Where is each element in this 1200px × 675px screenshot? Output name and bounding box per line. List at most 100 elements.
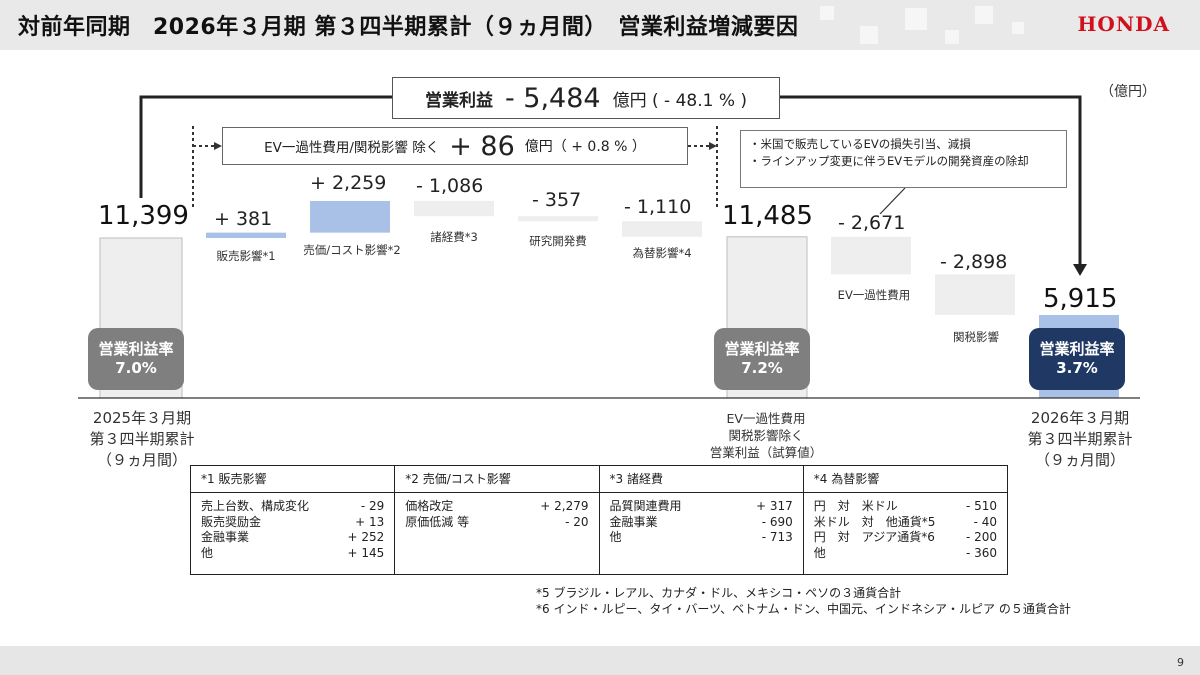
page-number: 9 <box>1177 656 1184 669</box>
detail-item: 他 <box>609 530 622 544</box>
bar-rd <box>518 216 598 222</box>
detail-value: - 200 <box>965 530 997 544</box>
period-line: EV一過性費用 <box>726 411 806 426</box>
detail-item: 価格改定 <box>405 499 454 513</box>
detail-row: 品質関連費用 + 317 <box>610 499 793 515</box>
detail-value: - 29 <box>360 499 385 513</box>
period-line: 2026年３月期 <box>1030 409 1130 427</box>
period-label-start: 2025年３月期 第３四半期累計 （９ヵ月間） <box>72 408 212 471</box>
ev-excluded-unit: 億円（ + 0.8 % ） <box>524 139 646 155</box>
detail-row: 他 - 360 <box>814 546 997 562</box>
detail-value: + 2,279 <box>540 499 589 513</box>
value-label-end: 5,915 <box>1043 284 1118 314</box>
value-label-price: + 2,259 <box>310 172 387 194</box>
detail-value: - 690 <box>761 514 793 529</box>
detail-row: 他 - 713 <box>610 530 793 546</box>
period-line: 第３四半期累計 <box>89 430 195 448</box>
op-profit-change-unit: 億円 ( - 48.1 % ) <box>612 90 748 111</box>
ev-excluded-value: + 86 <box>449 130 515 162</box>
detail-column-header: *4 為替影響 <box>803 466 1007 493</box>
footnote: *6 インド・ルピー、タイ・バーツ、ベトナム・ドン、中国元、インドネシア・ルピア… <box>536 602 1071 616</box>
detail-item: 金融事業 <box>201 530 250 544</box>
margin-badge-value: 7.2% <box>741 359 783 377</box>
value-label-sga: - 1,086 <box>416 175 484 197</box>
detail-column-price: *2 売価/コスト影響 価格改定 + 2,279 原価低減 等 - 20 <box>395 466 600 574</box>
category-label-fx: 為替影響*4 <box>632 246 692 260</box>
period-line: 2025年３月期 <box>92 409 192 427</box>
bar-ev <box>831 236 911 275</box>
op-profit-change-box: 営業利益 - 5,484 億円 ( - 48.1 % ) <box>392 77 780 119</box>
period-label-mid: EV一過性費用 関税影響除く 営業利益（試算値） <box>696 410 836 461</box>
detail-value: - 40 <box>973 514 997 529</box>
detail-value: + 13 <box>355 514 385 529</box>
margin-badge-end: 営業利益率 3.7% <box>1029 328 1125 390</box>
detail-item: 販売奨励金 <box>201 514 262 529</box>
detail-item: 円 対 米ドル <box>813 499 898 513</box>
detail-value: + 317 <box>755 499 793 513</box>
detail-column-sales: *1 販売影響 売上台数、構成変化 - 29 販売奨励金 + 13 金融事業 + 25… <box>191 466 396 574</box>
arrow-right-icon <box>709 142 717 150</box>
detail-value: - 20 <box>565 514 589 529</box>
op-profit-label: 営業利益 <box>424 90 493 111</box>
value-label-mid: 11,485 <box>722 201 813 231</box>
detail-value: + 252 <box>347 530 385 544</box>
value-label-sales: + 381 <box>214 208 273 230</box>
category-label-tariff: 関税影響 <box>953 330 999 344</box>
period-line: 第３四半期累計 <box>1027 430 1133 448</box>
margin-badge-start: 営業利益率 7.0% <box>88 328 184 390</box>
bar-sga <box>414 200 494 217</box>
category-label-ev: EV一過性費用 <box>837 288 911 302</box>
arrow-down-icon <box>1073 264 1087 276</box>
value-label-tariff: - 2,898 <box>940 251 1008 273</box>
detail-breakdown-table: *1 販売影響 売上台数、構成変化 - 29 販売奨励金 + 13 金融事業 + 25… <box>190 465 1008 575</box>
bar-fx <box>622 221 702 237</box>
detail-item: 他 <box>813 545 826 560</box>
detail-item: 金融事業 <box>609 514 658 529</box>
ev-note-line: ・米国で販売しているEVの損失引当、減損 <box>749 137 971 151</box>
detail-item: 品質関連費用 <box>609 499 682 513</box>
period-line: （９ヵ月間） <box>1034 451 1125 469</box>
value-label-rd: - 357 <box>532 189 582 211</box>
margin-badge-label: 営業利益率 <box>1039 340 1115 358</box>
category-label-price: 売価/コスト影響*2 <box>303 243 401 257</box>
detail-row: 売上台数、構成変化 - 29 <box>201 499 384 515</box>
detail-row: 価格改定 + 2,279 <box>405 499 588 515</box>
period-label-end: 2026年３月期 第３四半期累計 （９ヵ月間） <box>1010 408 1150 471</box>
arrow-left-icon <box>214 142 222 150</box>
margin-badge-label: 営業利益率 <box>98 340 174 358</box>
category-label-sales: 販売影響*1 <box>216 249 276 263</box>
margin-badge-mid: 営業利益率 7.2% <box>714 328 810 390</box>
period-line: 営業利益（試算値） <box>709 445 823 460</box>
footnotes: *5 ブラジル・レアル、カナダ・ドル、メキシコ・ペソの３通貨合計 *6 インド・… <box>536 585 1071 617</box>
bar-tariff <box>935 274 1015 315</box>
op-profit-change-value: - 5,484 <box>504 82 601 114</box>
detail-row: 円 対 アジア通貨*6 - 200 <box>814 530 997 546</box>
detail-value: + 145 <box>347 545 385 560</box>
ev-excluded-change-box: EV一過性費用/関税影響 除く + 86 億円（ + 0.8 % ） <box>222 127 688 165</box>
detail-row: 原価低減 等 - 20 <box>405 515 588 531</box>
detail-item: 米ドル 対 他通貨*5 <box>813 514 936 529</box>
category-label-sga: 諸経費*3 <box>430 230 478 244</box>
value-label-ev: - 2,671 <box>838 212 906 234</box>
ev-note-line: ・ラインアップ変更に伴うEVモデルの開発資産の除却 <box>749 154 1029 168</box>
detail-value: - 360 <box>965 545 997 560</box>
detail-item: 他 <box>201 545 214 560</box>
detail-row: 金融事業 - 690 <box>610 515 793 531</box>
period-line: 関税影響除く <box>728 428 804 443</box>
detail-column-header: *1 販売影響 <box>191 466 395 493</box>
footer-bar <box>0 646 1200 675</box>
ev-note-box: ・米国で販売しているEVの損失引当、減損 ・ラインアップ変更に伴うEVモデルの開… <box>740 130 1067 188</box>
bar-price <box>310 200 390 233</box>
detail-column-fx: *4 為替影響 円 対 米ドル - 510 米ドル 対 他通貨*5 - 40 円 対… <box>803 466 1007 574</box>
ev-excluded-label: EV一過性費用/関税影響 除く <box>264 140 440 156</box>
detail-item: 原価低減 等 <box>405 514 470 529</box>
margin-badge-label: 営業利益率 <box>724 340 800 358</box>
detail-row: 米ドル 対 他通貨*5 - 40 <box>814 515 997 531</box>
detail-column-sga: *3 諸経費 品質関連費用 + 317 金融事業 - 690 他 - 713 <box>599 466 804 574</box>
detail-item: 円 対 アジア通貨*6 <box>813 530 935 544</box>
value-label-fx: - 1,110 <box>624 196 692 218</box>
value-label-start: 11,399 <box>98 201 189 231</box>
footnote: *5 ブラジル・レアル、カナダ・ドル、メキシコ・ペソの３通貨合計 <box>536 586 902 600</box>
detail-column-header: *2 売価/コスト影響 <box>395 466 599 493</box>
detail-value: - 510 <box>965 499 997 513</box>
